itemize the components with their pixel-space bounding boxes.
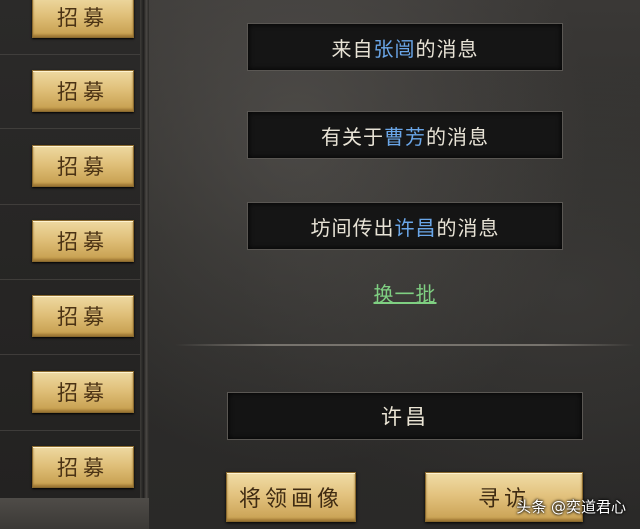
recruit-button-2[interactable]: 招募 xyxy=(32,70,134,112)
refresh-link[interactable]: 换一批 xyxy=(360,280,450,308)
recruit-button-7[interactable]: 招募 xyxy=(32,446,134,488)
message-suffix: 的消息 xyxy=(415,36,479,61)
recruit-button-6[interactable]: 招募 xyxy=(32,371,134,413)
general-portrait-button[interactable]: 将领画像 xyxy=(226,472,356,522)
row-divider xyxy=(0,204,140,205)
row-divider xyxy=(0,54,140,55)
game-screen: 招募 招募 招募 招募 招募 招募 招募 来自 张闿 的消息 有关于 曹芳 的消息 坊间… xyxy=(0,0,640,529)
message-prefix: 坊间传出 xyxy=(310,215,395,240)
panel-border xyxy=(140,0,149,500)
message-option-2[interactable]: 有关于 曹芳 的消息 xyxy=(247,111,563,159)
recruit-button-1[interactable]: 招募 xyxy=(32,0,134,38)
watermark: 头条 @奕道君心 xyxy=(516,498,626,516)
section-divider xyxy=(175,344,635,346)
panel-footer-frame xyxy=(0,498,160,529)
message-highlight: 许昌 xyxy=(394,215,437,240)
recruit-button-5[interactable]: 招募 xyxy=(32,295,134,337)
row-divider xyxy=(0,430,140,431)
recruit-button-4[interactable]: 招募 xyxy=(32,220,134,262)
message-highlight: 张闿 xyxy=(373,36,416,61)
intel-panel xyxy=(149,0,640,529)
message-prefix: 来自 xyxy=(331,36,374,61)
recruit-button-3[interactable]: 招募 xyxy=(32,145,134,187)
selected-city-field[interactable]: 许昌 xyxy=(227,392,583,440)
message-highlight: 曹芳 xyxy=(384,124,426,149)
message-option-3[interactable]: 坊间传出 许昌 的消息 xyxy=(247,202,563,250)
row-divider xyxy=(0,128,140,129)
message-prefix: 有关于 xyxy=(321,124,384,149)
recruit-list-panel: 招募 招募 招募 招募 招募 招募 招募 xyxy=(0,0,140,500)
message-option-1[interactable]: 来自 张闿 的消息 xyxy=(247,23,563,71)
message-suffix: 的消息 xyxy=(426,124,489,149)
row-divider xyxy=(0,354,140,355)
row-divider xyxy=(0,279,140,280)
message-suffix: 的消息 xyxy=(436,215,500,240)
